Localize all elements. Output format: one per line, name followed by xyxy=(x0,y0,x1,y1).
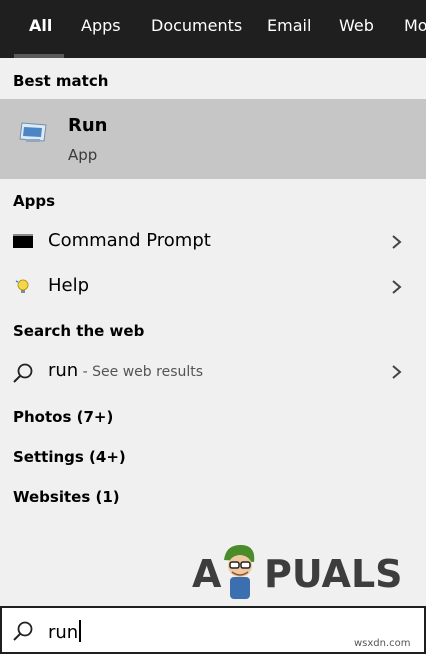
text-caret xyxy=(79,620,82,642)
watermark-right: PUALS xyxy=(264,552,403,596)
search-query-text: run xyxy=(48,622,79,643)
tab-more[interactable]: Mo xyxy=(404,0,426,58)
active-tab-indicator xyxy=(14,54,64,58)
list-item-label: Help xyxy=(48,275,90,296)
chevron-right-icon[interactable] xyxy=(390,234,404,250)
watermark-left: A xyxy=(192,552,222,596)
run-app-icon xyxy=(19,122,47,142)
category-websites[interactable]: Websites (1) xyxy=(13,488,120,506)
tab-web[interactable]: Web xyxy=(339,0,374,58)
best-match-run[interactable]: Run App xyxy=(0,99,426,179)
search-web-heading: Search the web xyxy=(13,322,145,340)
best-match-subtitle: App xyxy=(68,146,98,164)
list-item-label: Command Prompt xyxy=(48,230,211,251)
category-photos[interactable]: Photos (7+) xyxy=(13,408,113,426)
tab-all[interactable]: All xyxy=(29,0,52,58)
best-match-title: Run xyxy=(68,115,108,136)
apps-heading: Apps xyxy=(13,192,56,210)
search-icon xyxy=(13,621,33,641)
site-credit: wsxdn.com xyxy=(354,638,411,649)
search-input-value[interactable]: run xyxy=(48,620,82,643)
web-result-item[interactable]: run - See web results xyxy=(0,350,426,394)
help-lightbulb-icon xyxy=(15,279,29,293)
search-icon xyxy=(13,363,33,383)
category-settings[interactable]: Settings (4+) xyxy=(13,448,126,466)
appuals-watermark: A PUALS xyxy=(192,542,406,604)
chevron-right-icon[interactable] xyxy=(390,279,404,295)
list-item-command-prompt[interactable]: Command Prompt xyxy=(0,220,426,264)
web-result-label: run - See web results xyxy=(48,360,203,381)
list-item-help[interactable]: Help xyxy=(0,265,426,309)
mascot-icon xyxy=(224,544,255,599)
best-match-heading: Best match xyxy=(13,72,109,90)
search-filter-tabs: All Apps Documents Email Web Mo xyxy=(0,0,426,58)
tab-apps[interactable]: Apps xyxy=(81,0,121,58)
chevron-right-icon[interactable] xyxy=(390,364,404,380)
web-query: run xyxy=(48,360,79,381)
tab-email[interactable]: Email xyxy=(267,0,311,58)
web-suffix: - See web results xyxy=(78,364,204,380)
command-prompt-icon xyxy=(13,234,33,248)
tab-documents[interactable]: Documents xyxy=(151,0,242,58)
